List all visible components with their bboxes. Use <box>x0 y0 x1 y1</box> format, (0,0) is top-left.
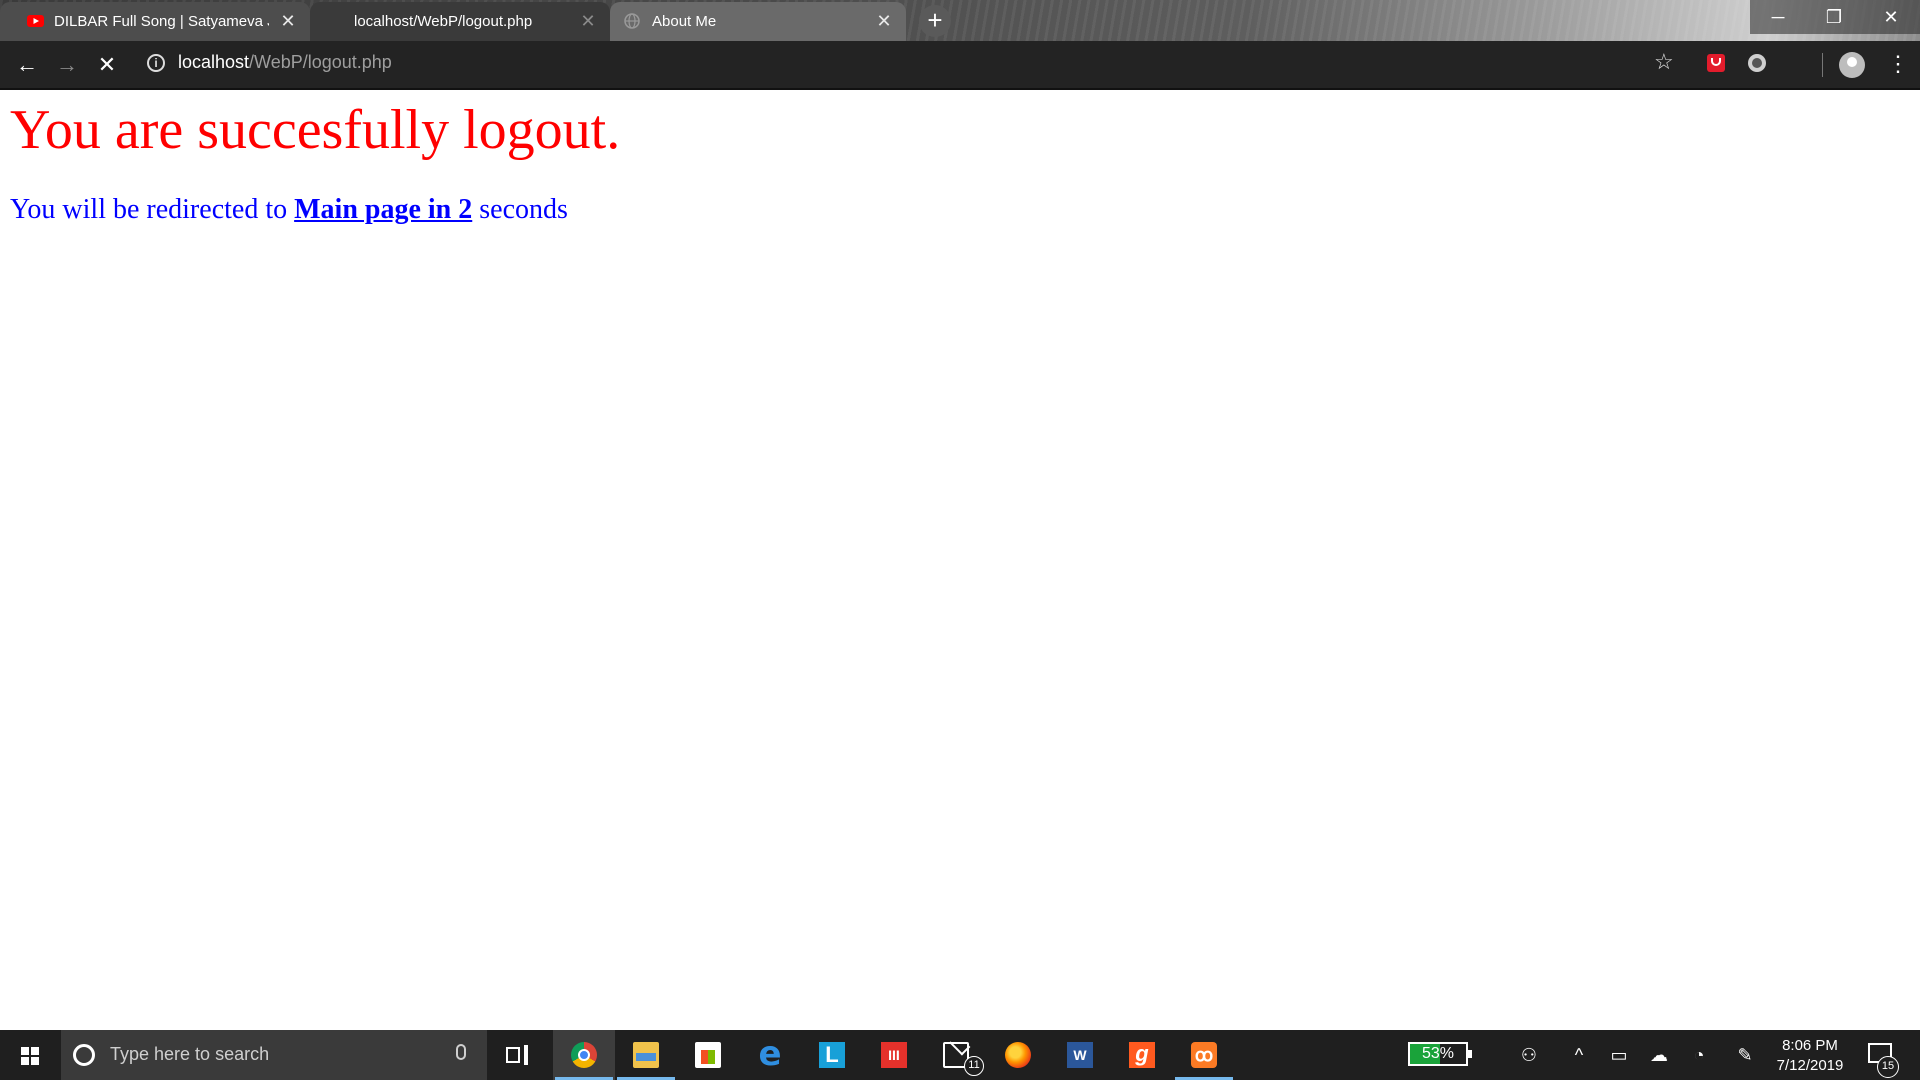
taskbar-xampp[interactable]: ꝏ <box>1173 1030 1235 1080</box>
tab-strip: DILBAR Full Song | Satyameva Jayate ✕ lo… <box>0 0 1920 41</box>
firefox-icon <box>1005 1042 1031 1068</box>
new-tab-button[interactable]: + <box>919 5 951 37</box>
search-placeholder: Type here to search <box>110 1044 270 1064</box>
minimize-button[interactable]: ─ <box>1750 0 1806 34</box>
start-button[interactable] <box>0 1030 60 1080</box>
taskbar-file-explorer[interactable] <box>615 1030 677 1080</box>
back-arrow-icon[interactable]: ← <box>12 50 42 80</box>
close-icon[interactable]: ✕ <box>874 11 894 31</box>
close-icon[interactable]: ✕ <box>578 11 598 31</box>
redirect-suffix: seconds <box>472 194 568 225</box>
info-icon[interactable]: i <box>147 54 165 72</box>
logout-heading: You are succesfully logout. <box>10 99 621 161</box>
menu-kebab-icon[interactable]: ⋮ <box>1887 51 1909 77</box>
redirect-message: You will be redirected to Main page in 2… <box>10 194 568 226</box>
clock-time: 8:06 PM <box>1782 1037 1838 1054</box>
microphone-icon[interactable] <box>456 1044 466 1060</box>
restore-button[interactable]: ❐ <box>1806 0 1862 34</box>
battery-meter[interactable]: 53% <box>1408 1042 1472 1066</box>
chevron-up-icon[interactable]: ^ <box>1568 1044 1590 1066</box>
profile-avatar-icon[interactable] <box>1839 52 1865 78</box>
system-clock[interactable]: 8:06 PM 7/12/2019 <box>1762 1036 1858 1076</box>
taskbar-l-app[interactable]: L <box>801 1030 863 1080</box>
taskbar-mail[interactable]: 11 <box>925 1030 987 1080</box>
l-app-icon: L <box>819 1042 845 1068</box>
g-app-icon: g <box>1129 1042 1155 1068</box>
address-bar[interactable]: localhost/WebP/logout.php <box>178 52 392 73</box>
bookmark-star-icon[interactable]: ☆ <box>1654 49 1674 75</box>
page-content: You are succesfully logout. You will be … <box>0 90 1920 1030</box>
chrome-icon <box>571 1042 597 1068</box>
tab-logout[interactable]: localhost/WebP/logout.php ✕ <box>310 2 610 41</box>
xampp-icon: ꝏ <box>1191 1042 1217 1068</box>
windows-logo-icon <box>21 1047 39 1065</box>
taskbar-edge[interactable]: e <box>739 1030 801 1080</box>
taskbar-search[interactable]: Type here to search <box>61 1030 487 1080</box>
edge-icon: e <box>758 1034 782 1074</box>
tab-youtube[interactable]: DILBAR Full Song | Satyameva Jayate ✕ <box>0 2 310 41</box>
folder-icon <box>633 1042 659 1068</box>
red-app-icon: III <box>881 1042 907 1068</box>
onedrive-cloud-icon[interactable]: ☁ <box>1648 1044 1670 1066</box>
tab-about-me[interactable]: About Me ✕ <box>610 2 906 41</box>
close-icon[interactable]: ✕ <box>278 11 298 31</box>
tab-title: localhost/WebP/logout.php <box>354 13 533 30</box>
people-icon[interactable]: ⚇ <box>1518 1044 1540 1066</box>
task-view-icon[interactable] <box>506 1045 532 1065</box>
pocket-extension-icon[interactable] <box>1707 54 1725 72</box>
address-path: /WebP/logout.php <box>249 52 392 72</box>
cortana-icon[interactable] <box>73 1044 95 1066</box>
extension-icon[interactable] <box>1748 54 1766 72</box>
clock-date: 7/12/2019 <box>1776 1057 1844 1074</box>
taskbar-word[interactable]: W <box>1049 1030 1111 1080</box>
wifi-icon[interactable]: ◔ <box>1688 1044 1710 1066</box>
taskbar-g-app[interactable]: g <box>1111 1030 1173 1080</box>
address-host: localhost <box>178 52 250 72</box>
main-page-link[interactable]: Main page in 2 <box>294 194 472 225</box>
taskbar-red-app[interactable]: III <box>863 1030 925 1080</box>
browser-toolbar: ← → ✕ i localhost/WebP/logout.php ☆ ⋮ <box>0 41 1920 90</box>
taskbar-chrome[interactable] <box>553 1030 615 1080</box>
forward-arrow-icon[interactable]: → <box>52 50 82 80</box>
pen-icon[interactable]: ✎ <box>1734 1044 1756 1066</box>
mail-count-badge: 11 <box>964 1056 984 1076</box>
redirect-prefix: You will be redirected to <box>10 194 295 225</box>
window-close-button[interactable]: ✕ <box>1862 0 1920 34</box>
notification-count-badge: 15 <box>1877 1056 1899 1078</box>
battery-label: 53% <box>1421 1045 1455 1062</box>
battery-icon[interactable]: ▭ <box>1608 1044 1630 1066</box>
taskbar-store[interactable] <box>677 1030 739 1080</box>
windows-taskbar: Type here to search e L III 11 W g ꝏ 53%… <box>0 1030 1920 1080</box>
store-icon <box>695 1042 721 1068</box>
stop-loading-icon[interactable]: ✕ <box>92 50 122 80</box>
toolbar-divider <box>1822 53 1823 77</box>
taskbar-firefox[interactable] <box>987 1030 1049 1080</box>
tab-title: About Me <box>652 13 717 30</box>
globe-icon <box>624 13 640 29</box>
tab-title: DILBAR Full Song | Satyameva Jayate <box>54 13 269 30</box>
youtube-icon <box>27 15 44 27</box>
word-icon: W <box>1067 1042 1093 1068</box>
